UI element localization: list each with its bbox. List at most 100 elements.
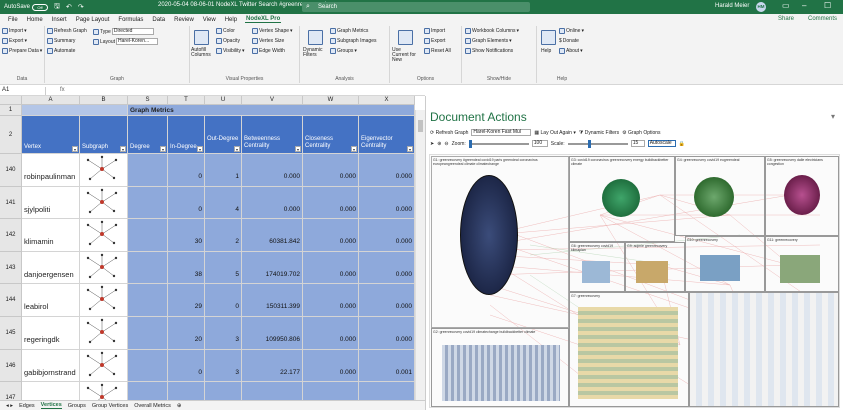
about-button[interactable]: About ▾ xyxy=(559,48,583,54)
autosave-toggle[interactable]: AutoSave Off xyxy=(4,3,49,11)
scrollbar-thumb[interactable] xyxy=(418,120,423,132)
menu-review[interactable]: Review xyxy=(173,17,195,23)
cell-vertex[interactable]: danjoergensen xyxy=(22,251,80,285)
cell-closeness[interactable]: 0.000 xyxy=(303,154,359,187)
cell-betweenness[interactable]: 60381.842 xyxy=(242,219,303,252)
menu-formulas[interactable]: Formulas xyxy=(117,17,144,23)
cell-eigenvector[interactable]: 0.000 xyxy=(359,317,415,350)
type-selector[interactable]: Type Directed xyxy=(93,28,154,35)
options-import-button[interactable]: Import xyxy=(424,28,445,34)
cell-vertex[interactable]: leabirol xyxy=(22,284,80,317)
cell-in-degree[interactable]: 29 xyxy=(168,284,205,317)
sheet-tab-vertices[interactable]: Vertices xyxy=(40,402,62,409)
group-g1[interactable]: G1: greenrecovery #greendeal covid19 par… xyxy=(431,156,569,328)
cell-subgraph[interactable] xyxy=(80,219,128,252)
sheet-tab-edges[interactable]: Edges xyxy=(19,403,35,409)
refresh-graph-pane-button[interactable]: ⟳ Refresh Graph xyxy=(430,130,468,136)
header-closeness[interactable]: Closeness Centrality ▾ xyxy=(303,116,359,154)
cell-betweenness[interactable]: 0.000 xyxy=(242,186,303,220)
cell-closeness[interactable]: 0.000 xyxy=(303,251,359,285)
group-g3[interactable]: G3: covid19 coronavirus greenrecovery en… xyxy=(569,156,675,242)
cell-betweenness[interactable]: 0.000 xyxy=(242,154,303,187)
maximize-icon[interactable]: ☐ xyxy=(824,1,831,10)
header-eigenvector[interactable]: Eigenvector Centrality ▾ xyxy=(359,116,415,154)
cell-eigenvector[interactable]: 0.000 xyxy=(359,186,415,220)
zoom-slider-thumb[interactable] xyxy=(468,139,472,148)
filter-dropdown-icon[interactable]: ▾ xyxy=(234,146,240,152)
add-sheet-icon[interactable]: ⊕ xyxy=(177,403,182,409)
row-header[interactable]: 146 xyxy=(0,349,22,383)
vertex-shape-button[interactable]: Vertex Shape ▾ xyxy=(252,28,293,34)
lay-out-again-button[interactable]: ▦ Lay Out Again ▾ xyxy=(534,130,575,136)
cell-betweenness[interactable]: 22.177 xyxy=(242,382,303,400)
group-g6[interactable]: G6: greenrecovery covid19 klimaplan xyxy=(569,242,625,292)
cell-out-degree[interactable]: 3 xyxy=(205,317,242,350)
group-g4[interactable]: G4: greenrecovery covid19 eugreendeal xyxy=(675,156,765,236)
filter-dropdown-icon[interactable]: ▾ xyxy=(295,146,301,152)
cell-in-degree[interactable]: 30 xyxy=(168,219,205,252)
cell-subgraph[interactable] xyxy=(80,284,128,317)
cell-out-degree[interactable]: 0 xyxy=(205,284,242,317)
cell-closeness[interactable]: 0.000 xyxy=(303,382,359,400)
comments-button[interactable]: Comments xyxy=(807,16,838,22)
row-header[interactable]: 1 xyxy=(0,105,22,116)
redo-icon[interactable]: ↷ xyxy=(78,3,84,11)
cell-degree[interactable] xyxy=(128,154,168,187)
cell-in-degree[interactable]: 0 xyxy=(168,382,205,400)
cell-degree[interactable] xyxy=(128,219,168,252)
dynamic-filters-pane-button[interactable]: ⧩ Dynamic Filters xyxy=(579,130,619,136)
cell-closeness[interactable]: 0.000 xyxy=(303,349,359,383)
zoom-slider[interactable] xyxy=(468,139,529,148)
cell-subgraph[interactable] xyxy=(80,382,128,400)
workbook-columns-button[interactable]: Workbook Columns ▾ xyxy=(465,28,519,34)
group-g11[interactable]: G11: greenrecovery xyxy=(765,236,839,292)
cell-eigenvector[interactable]: 0.001 xyxy=(359,349,415,383)
options-export-button[interactable]: Export xyxy=(424,38,445,44)
cell-degree[interactable] xyxy=(128,284,168,317)
cell-in-degree[interactable]: 0 xyxy=(168,186,205,220)
cell-eigenvector[interactable]: 0.000 xyxy=(359,284,415,317)
cell-vertex[interactable]: sjylpoliti xyxy=(22,186,80,220)
group-g10[interactable]: G10: greenrecovery xyxy=(685,236,765,292)
ribbon-display-icon[interactable]: ▭ xyxy=(782,1,790,10)
lock-icon[interactable]: 🔒 xyxy=(679,141,685,147)
cell-vertex[interactable]: gabibjornstrand xyxy=(22,349,80,383)
dynamic-filters-button[interactable]: Dynamic Filters xyxy=(303,48,325,58)
filter-dropdown-icon[interactable]: ▾ xyxy=(351,146,357,152)
row-header[interactable]: 147 xyxy=(0,382,22,400)
cell-degree[interactable] xyxy=(128,317,168,350)
scale-slider[interactable] xyxy=(567,139,628,148)
menu-view[interactable]: View xyxy=(202,17,217,23)
subgraph-images-button[interactable]: Subgraph Images xyxy=(330,38,376,44)
cell-vertex[interactable]: kiraelias xyxy=(22,382,80,400)
column-header-b[interactable]: B xyxy=(80,96,128,105)
graph-metrics-title[interactable]: Graph Metrics xyxy=(128,105,415,116)
cell-closeness[interactable]: 0.000 xyxy=(303,284,359,317)
row-header[interactable]: 142 xyxy=(0,219,22,252)
show-notifications-button[interactable]: Show Notifications xyxy=(465,48,513,54)
reset-all-button[interactable]: Reset All xyxy=(424,48,451,54)
autosave-switch[interactable]: Off xyxy=(32,3,49,11)
row1-blank[interactable] xyxy=(22,105,128,116)
select-all-corner[interactable] xyxy=(0,96,22,105)
column-header-a[interactable]: A xyxy=(22,96,80,105)
fx-icon[interactable]: fx xyxy=(60,87,65,93)
small-groups-area[interactable] xyxy=(689,292,839,407)
column-header-u[interactable]: U xyxy=(205,96,242,105)
cell-betweenness[interactable]: 109950.806 xyxy=(242,317,303,350)
cell-out-degree[interactable]: 1 xyxy=(205,154,242,187)
prepare-data-button[interactable]: Prepare Data ▾ xyxy=(2,48,42,54)
cell-eigenvector[interactable]: 0.000 xyxy=(359,251,415,285)
sheet-tab-groups[interactable]: Groups xyxy=(68,403,86,409)
filter-dropdown-icon[interactable]: ▾ xyxy=(72,146,78,152)
avatar[interactable]: HM xyxy=(756,2,766,12)
cell-eigenvector[interactable]: 0.000 xyxy=(359,154,415,187)
cell-subgraph[interactable] xyxy=(80,317,128,350)
edge-width-button[interactable]: Edge Width xyxy=(252,48,285,54)
cell-betweenness[interactable]: 150311.399 xyxy=(242,284,303,317)
graph-options-button[interactable]: ⚙ Graph Options xyxy=(622,130,660,136)
menu-help[interactable]: Help xyxy=(224,17,238,23)
zoom-out-icon[interactable]: ⊖ xyxy=(444,141,448,147)
column-header-t[interactable]: T xyxy=(168,96,205,105)
column-header-s[interactable]: S xyxy=(128,96,168,105)
